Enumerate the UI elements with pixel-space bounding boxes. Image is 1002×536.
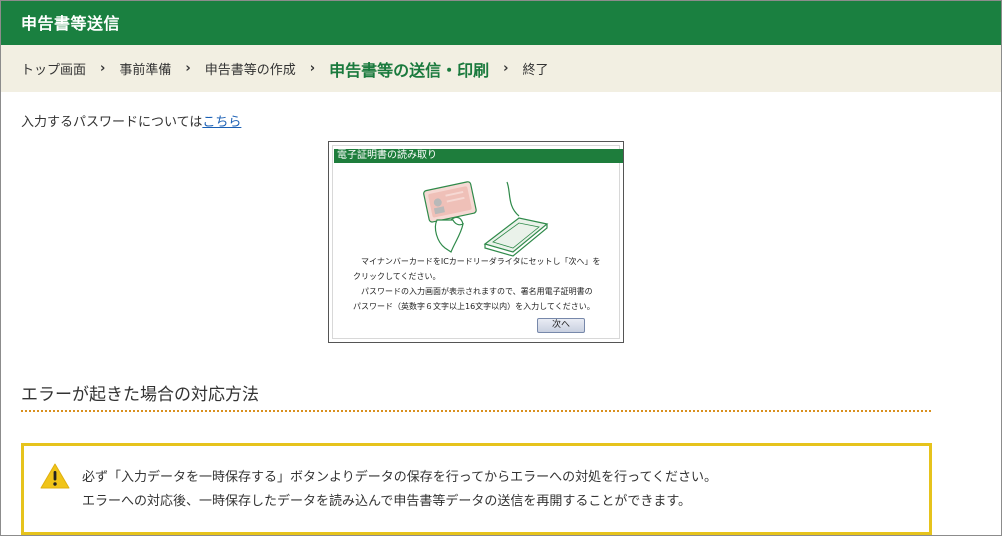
page-header: 申告書等送信	[1, 1, 1001, 45]
card-reader-icon	[423, 181, 549, 257]
warning-line-2: エラーへの対応後、一時保存したデータを読み込んで申告書等データの送信を再開するこ…	[82, 494, 692, 509]
page-title: 申告書等送信	[21, 14, 121, 33]
warning-icon	[40, 463, 70, 489]
breadcrumb-item-top: トップ画面	[21, 63, 87, 78]
breadcrumb-item-preparation: 事前準備	[119, 63, 172, 78]
dialog-line: パスワード（英数字６文字以上16文字以内）を入力してください。	[353, 302, 595, 311]
section-title-error-handling: エラーが起きた場合の対応方法	[21, 385, 259, 405]
password-info-link[interactable]: こちら	[202, 115, 241, 130]
section-divider	[21, 410, 931, 412]
app-frame: 申告書等送信 トップ画面 › 事前準備 › 申告書等の作成 › 申告書等の送信・…	[0, 0, 1002, 536]
chevron-right-icon: ›	[100, 61, 106, 76]
password-intro: 入力するパスワードについてはこちら	[21, 111, 241, 130]
breadcrumb-item-create: 申告書等の作成	[204, 63, 296, 78]
dialog-next-button: 次へ	[537, 318, 585, 333]
dialog-line: マイナンバーカードをICカードリーダライタにセットし「次へ」を	[353, 257, 601, 266]
chevron-right-icon: ›	[309, 61, 316, 76]
breadcrumb-item-send-print: 申告書等の送信・印刷	[329, 60, 490, 80]
dialog-line: パスワードの入力画面が表示されますので、署名用電子証明書の	[353, 287, 593, 296]
warning-line-1: 必ず「入力データを一時保存する」ボタンよりデータの保存を行ってからエラーへの対処…	[82, 470, 718, 485]
dialog-line: クリックしてください。	[353, 272, 441, 281]
chevron-right-icon: ›	[185, 61, 191, 76]
dialog-title: 電子証明書の読み取り	[334, 149, 623, 163]
breadcrumb-item-finish: 終了	[522, 63, 549, 78]
chevron-right-icon: ›	[503, 61, 509, 76]
breadcrumb: トップ画面 › 事前準備 › 申告書等の作成 › 申告書等の送信・印刷 › 終了	[1, 45, 1001, 92]
warning-text: 必ず「入力データを一時保存する」ボタンよりデータの保存を行ってからエラーへの対処…	[82, 466, 717, 514]
warning-alert: 必ず「入力データを一時保存する」ボタンよりデータの保存を行ってからエラーへの対処…	[21, 443, 932, 535]
password-intro-text: 入力するパスワードについては	[21, 115, 203, 130]
certificate-dialog-image: 電子証明書の読み取り マイナンバーカードをICカードリーダライタにセットし「次へ…	[328, 141, 624, 343]
dialog-instructions: マイナンバーカードをICカードリーダライタにセットし「次へ」を クリックしてくだ…	[353, 254, 611, 314]
dialog-body: 電子証明書の読み取り マイナンバーカードをICカードリーダライタにセットし「次へ…	[332, 145, 623, 339]
